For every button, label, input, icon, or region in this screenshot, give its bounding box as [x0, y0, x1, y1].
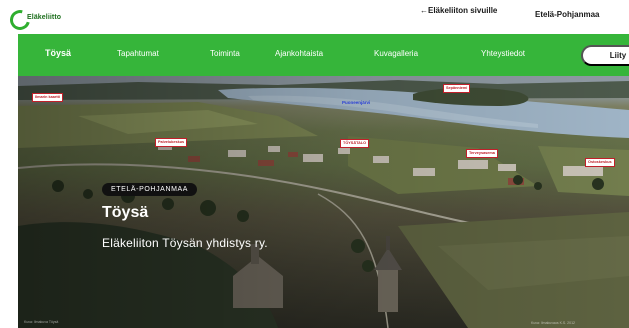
logo-text: Eläkeliitto — [27, 13, 62, 21]
image-credit-left: Kuva: Ilmakuva Töysä — [24, 320, 59, 324]
logo-mark-icon — [10, 10, 24, 24]
map-label: Palvelukeskus — [155, 138, 188, 147]
nav-item-yhteystiedot[interactable]: Yhteystiedot — [481, 49, 525, 58]
region-link[interactable]: Etelä-Pohjanmaa — [535, 10, 599, 19]
hero-banner: Ilmarin kaartti Sepänniemi Palvelukeskus… — [18, 76, 629, 328]
map-label: Sepänniemi — [443, 84, 471, 93]
page-title: Töysä — [102, 204, 149, 221]
map-label: Ostoskeskus — [585, 158, 615, 167]
main-navigation: Töysä Tapahtumat Toiminta Ajankohtaista … — [18, 34, 629, 76]
join-button[interactable]: Liity — [581, 45, 629, 66]
top-bar: Eläkeliitto ←Eläkeliiton sivuille Etelä-… — [0, 0, 629, 34]
page-subtitle: Eläkeliiton Töysän yhdistys ry. — [102, 236, 268, 250]
image-credit-right: Kuva: Ilmakuvaus K.S. 2012 — [531, 321, 575, 325]
lake-label: Puoneenjärvi — [342, 100, 371, 105]
nav-item-toysa[interactable]: Töysä — [45, 48, 71, 58]
hero-shade-overlay — [18, 76, 629, 328]
map-label: Terveysasema — [466, 149, 498, 158]
back-to-elakeliitto-link[interactable]: ←Eläkeliiton sivuille — [420, 5, 500, 16]
nav-item-kuvagalleria[interactable]: Kuvagalleria — [374, 49, 418, 58]
region-badge: ETELÄ-POHJANMAA — [102, 183, 198, 196]
map-label: Ilmarin kaartti — [32, 93, 63, 102]
elakeliitto-logo[interactable]: Eläkeliitto — [10, 10, 61, 24]
nav-item-tapahtumat[interactable]: Tapahtumat — [117, 49, 159, 58]
nav-item-toiminta[interactable]: Toiminta — [210, 49, 240, 58]
nav-item-ajankohtaista[interactable]: Ajankohtaista — [275, 49, 323, 58]
map-label: TÖYSÄTALO — [340, 139, 370, 148]
